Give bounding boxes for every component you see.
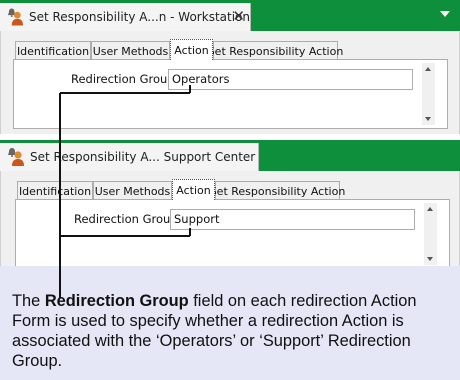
form-body: Identification User Methods Action Set R… [0, 31, 460, 134]
callout-box: The Redirection Group field on each redi… [0, 266, 460, 380]
scroll-up-icon[interactable] [427, 207, 433, 211]
scroll-down-icon[interactable] [425, 117, 431, 121]
close-icon[interactable]: ✕ [232, 7, 245, 25]
callout-bold-term: Redirection Group [44, 292, 189, 310]
redirection-group-field[interactable]: Support [170, 209, 415, 230]
callout-text: The Redirection Group field on each redi… [12, 292, 417, 370]
tab-action[interactable]: Action [172, 179, 215, 200]
redirection-group-label: Redirection Group [74, 212, 178, 226]
tab-page-action: Redirection Group Operators [13, 59, 448, 129]
window-tab[interactable]: Set Responsibility A...n - Workstation ✕ [0, 3, 251, 31]
tab-action[interactable]: Action [170, 39, 213, 60]
vertical-scrollbar[interactable] [422, 63, 435, 125]
tab-set-responsibility-action[interactable]: Set Responsibility Action [210, 181, 345, 200]
tab-page-action: Redirection Group Support [15, 199, 450, 269]
tab-identification[interactable]: Identification [17, 181, 93, 200]
window-title: Set Responsibility A... Support Center [30, 150, 256, 164]
tab-user-methods[interactable]: User Methods [91, 41, 170, 60]
person-bell-icon [7, 8, 24, 26]
window-panel-workstation: Set Responsibility A...n - Workstation ✕… [0, 0, 460, 134]
form-body: Identification User Methods Action Set R… [0, 171, 460, 274]
window-panel-support-center: Set Responsibility A... Support Center I… [0, 140, 460, 274]
vertical-scrollbar[interactable] [424, 203, 437, 265]
tab-set-responsibility-action[interactable]: Set Responsibility Action [208, 41, 343, 60]
tab-user-methods[interactable]: User Methods [93, 181, 172, 200]
window-tab[interactable]: Set Responsibility A... Support Center [0, 143, 259, 171]
scroll-down-icon[interactable] [427, 257, 433, 261]
scroll-up-icon[interactable] [425, 67, 431, 71]
person-bell-icon [8, 148, 24, 166]
window-title: Set Responsibility A...n - Workstation [28, 10, 250, 24]
chevron-down-icon[interactable] [440, 11, 450, 17]
redirection-group-field[interactable]: Operators [168, 69, 413, 90]
tab-identification[interactable]: Identification [15, 41, 91, 60]
redirection-group-label: Redirection Group [71, 72, 175, 86]
